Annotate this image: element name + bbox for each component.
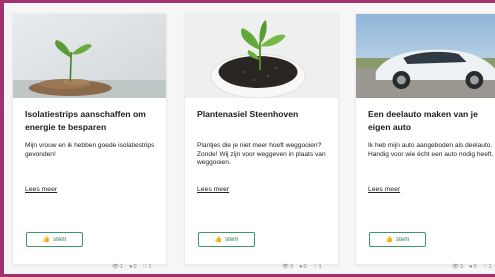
- comments-stat: ● 0: [469, 264, 476, 270]
- card-description: Plantjes die je niet meer hoeft weggooie…: [197, 142, 326, 167]
- views-stat: 👁 3: [282, 264, 293, 270]
- card-description: Mijn vrouw en ik hebben goede isolatiest…: [25, 142, 155, 158]
- views-stat: 👁 1: [112, 264, 123, 270]
- card-image-car[interactable]: [356, 14, 495, 98]
- card-stats: 👁 3 ● 0 ♡ 1: [452, 264, 492, 270]
- idea-card[interactable]: Plantenasiel Steenhoven Plantjes die je …: [184, 13, 339, 265]
- views-count: 3: [459, 264, 464, 270]
- likes-stat[interactable]: ♡ 1: [313, 264, 322, 270]
- likes-count: 1: [148, 264, 152, 270]
- vote-button[interactable]: 👍 stem: [198, 232, 255, 247]
- heart-icon: ♡: [482, 264, 488, 270]
- comments-stat: ● 0: [129, 264, 136, 270]
- read-more-link[interactable]: Lees meer: [368, 186, 400, 193]
- comment-icon: ●: [129, 264, 133, 270]
- card-title[interactable]: Een deelauto maken van je eigen auto: [368, 108, 495, 136]
- card-stats: 👁 3 ● 0 ♡ 1: [282, 264, 322, 270]
- vote-button[interactable]: 👍 stem: [26, 232, 83, 247]
- idea-card[interactable]: Isolatiestrips aanschaffen om energie te…: [12, 13, 167, 265]
- idea-card[interactable]: Een deelauto maken van je eigen auto Ik …: [355, 13, 495, 265]
- likes-stat[interactable]: ♡ 1: [483, 264, 492, 270]
- comment-icon: ●: [299, 264, 303, 270]
- read-more-link[interactable]: Lees meer: [197, 186, 229, 193]
- eye-icon: 👁: [112, 264, 119, 270]
- vote-label: stem: [225, 236, 239, 243]
- likes-count: 1: [488, 264, 492, 270]
- heart-icon: ♡: [142, 264, 148, 270]
- eye-icon: 👁: [452, 264, 459, 270]
- comments-stat: ● 0: [299, 264, 306, 270]
- vote-button[interactable]: 👍 stem: [369, 232, 426, 247]
- card-title[interactable]: Plantenasiel Steenhoven: [197, 108, 330, 136]
- thumbs-up-icon: 👍: [385, 237, 394, 243]
- card-image-plant-pot[interactable]: [185, 14, 338, 98]
- card-title[interactable]: Isolatiestrips aanschaffen om energie te…: [25, 108, 158, 136]
- likes-stat[interactable]: ♡ 1: [143, 264, 152, 270]
- views-stat: 👁 3: [452, 264, 463, 270]
- eye-icon: 👁: [282, 264, 289, 270]
- thumbs-up-icon: 👍: [214, 237, 223, 243]
- heart-icon: ♡: [312, 264, 318, 270]
- vote-label: stem: [53, 236, 67, 243]
- vote-label: stem: [396, 236, 410, 243]
- comments-count: 0: [133, 264, 137, 270]
- comments-count: 0: [303, 264, 307, 270]
- thumbs-up-icon: 👍: [42, 237, 51, 243]
- views-count: 3: [289, 264, 294, 270]
- card-image-plant-coins[interactable]: [13, 14, 166, 98]
- likes-count: 1: [318, 264, 322, 270]
- read-more-link[interactable]: Lees meer: [25, 186, 57, 193]
- card-stats: 👁 1 ● 0 ♡ 1: [112, 264, 152, 270]
- views-count: 1: [119, 264, 124, 270]
- card-description: Ik heb mijn auto aangeboden als deelauto…: [368, 142, 494, 158]
- comment-icon: ●: [469, 264, 473, 270]
- comments-count: 0: [473, 264, 477, 270]
